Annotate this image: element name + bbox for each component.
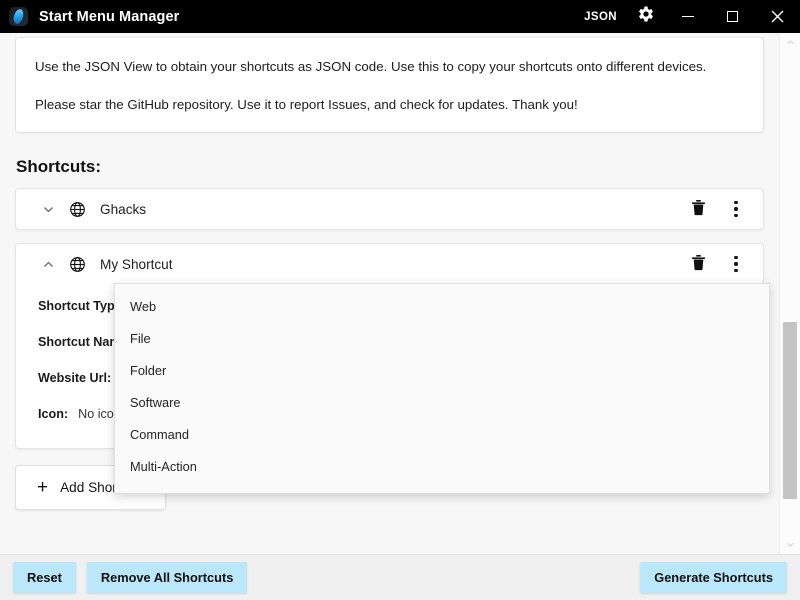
shortcut-actions	[679, 190, 755, 228]
scroll-up-button[interactable]	[780, 33, 800, 52]
scroll-down-button[interactable]	[780, 535, 800, 554]
chevron-down-icon[interactable]	[38, 203, 58, 216]
chevron-up-icon	[786, 34, 795, 52]
delete-shortcut-button[interactable]	[679, 190, 717, 228]
trash-icon	[690, 198, 707, 221]
globe-icon	[66, 256, 88, 273]
json-view-button[interactable]: JSON	[574, 0, 627, 33]
shortcut-name: My Shortcut	[100, 256, 173, 272]
gear-icon	[636, 4, 656, 29]
plus-icon: +	[37, 477, 49, 498]
dropdown-option-folder[interactable]: Folder	[115, 354, 769, 386]
chevron-up-icon[interactable]	[38, 258, 58, 271]
scrollbar-thumb[interactable]	[783, 322, 797, 499]
remove-all-shortcuts-button[interactable]: Remove All Shortcuts	[86, 562, 248, 593]
shortcut-header[interactable]: Ghacks	[16, 189, 763, 229]
dropdown-option-web[interactable]: Web	[115, 290, 769, 322]
reset-button[interactable]: Reset	[13, 562, 76, 593]
shortcut-type-dropdown[interactable]: Web File Folder Software Command Multi-A…	[114, 283, 770, 494]
shortcut-menu-button[interactable]	[717, 245, 755, 283]
dropdown-option-multi-action[interactable]: Multi-Action	[115, 450, 769, 482]
chevron-down-icon	[786, 536, 795, 554]
more-vertical-icon	[734, 255, 738, 273]
app-title: Start Menu Manager	[39, 8, 180, 25]
dropdown-option-file[interactable]: File	[115, 322, 769, 354]
shortcut-card-ghacks: Ghacks	[15, 188, 764, 230]
dropdown-option-software[interactable]: Software	[115, 386, 769, 418]
scrollbar-track[interactable]	[780, 52, 800, 535]
shortcut-type-label: Shortcut Type:	[38, 299, 126, 313]
titlebar-actions: JSON	[574, 0, 800, 33]
delete-shortcut-button[interactable]	[679, 245, 717, 283]
bottom-toolbar: Reset Remove All Shortcuts Generate Shor…	[0, 554, 800, 600]
shortcut-menu-button[interactable]	[717, 190, 755, 228]
minimize-icon	[681, 15, 694, 18]
info-paragraph-2: Please star the GitHub repository. Use i…	[35, 97, 578, 112]
vertical-scrollbar[interactable]	[779, 33, 800, 554]
website-url-label: Website Url:	[38, 371, 112, 385]
close-button[interactable]	[755, 0, 800, 33]
close-icon	[771, 10, 784, 23]
content-area: Use the JSON View to obtain your shortcu…	[0, 33, 800, 554]
icon-label: Icon:	[38, 407, 69, 421]
maximize-button[interactable]	[710, 0, 755, 33]
settings-button[interactable]	[627, 0, 665, 33]
titlebar: Start Menu Manager JSON	[0, 0, 800, 33]
app-logo-icon	[9, 7, 28, 26]
maximize-icon	[727, 11, 738, 22]
minimize-button[interactable]	[665, 0, 710, 33]
dropdown-option-command[interactable]: Command	[115, 418, 769, 450]
shortcut-actions	[679, 245, 755, 283]
info-card: Use the JSON View to obtain your shortcu…	[15, 37, 764, 133]
generate-shortcuts-button[interactable]: Generate Shortcuts	[640, 562, 787, 593]
more-vertical-icon	[734, 200, 738, 218]
info-paragraph-1: Use the JSON View to obtain your shortcu…	[35, 59, 707, 74]
shortcut-header[interactable]: My Shortcut	[16, 244, 763, 284]
shortcuts-heading: Shortcuts:	[16, 157, 101, 176]
trash-icon	[690, 253, 707, 276]
shortcut-name: Ghacks	[100, 201, 147, 217]
globe-icon	[66, 201, 88, 218]
